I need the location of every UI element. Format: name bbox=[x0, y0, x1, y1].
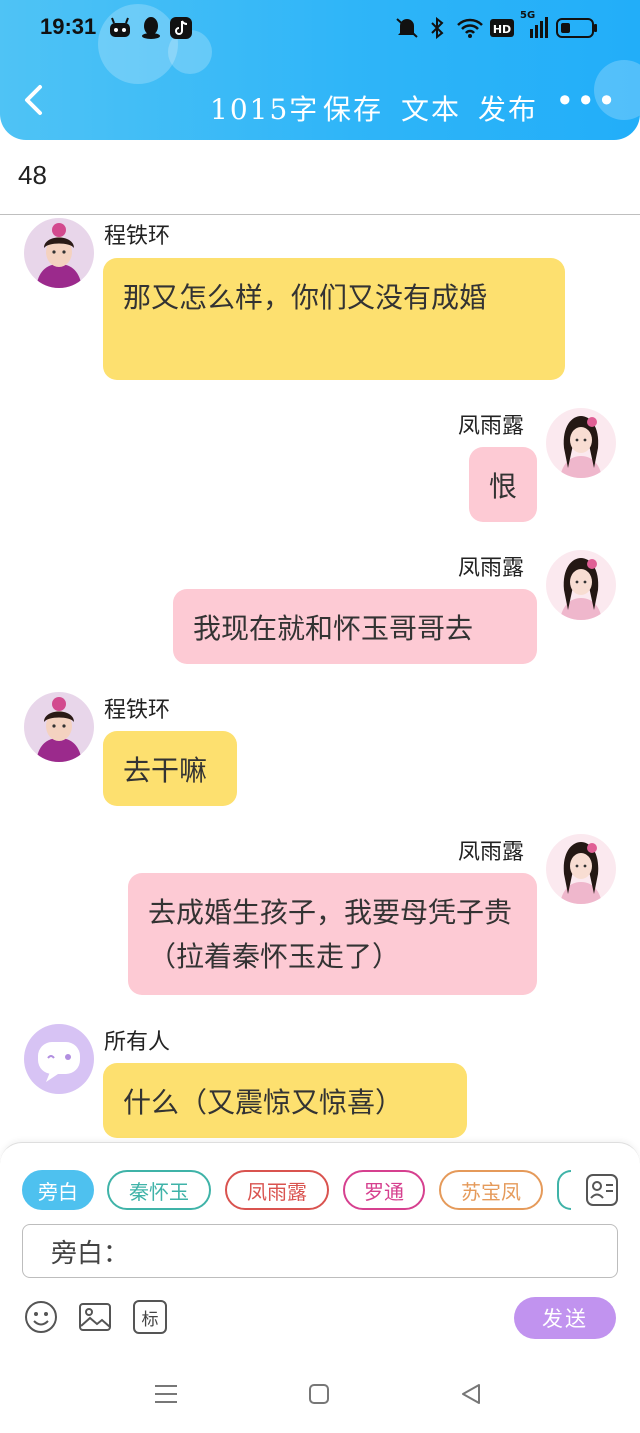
composer-panel: 旁白 秦怀玉 凤雨露 罗通 苏宝凤 旁白： 标 发送 bbox=[0, 1142, 640, 1355]
role-chip-su-baofeng[interactable]: 苏宝凤 bbox=[439, 1170, 543, 1210]
text-button[interactable]: 文本 bbox=[401, 88, 461, 128]
avatar-feng-yulu[interactable] bbox=[546, 408, 616, 478]
divider bbox=[0, 214, 640, 215]
speaker-name: 凤雨露 bbox=[458, 556, 525, 581]
contacts-card-icon[interactable] bbox=[585, 1173, 619, 1207]
role-chip-feng-yulu[interactable]: 凤雨露 bbox=[225, 1170, 329, 1210]
menu-icon[interactable] bbox=[150, 1378, 182, 1410]
editor-toolbar: 1015字 保存 文本 发布 ••• bbox=[0, 78, 640, 134]
avatar-feng-yulu[interactable] bbox=[546, 834, 616, 904]
avatar-all-characters[interactable] bbox=[24, 1024, 94, 1094]
message-bubble[interactable]: 什么（又震惊又惊喜） bbox=[103, 1063, 467, 1138]
image-icon[interactable] bbox=[78, 1300, 112, 1334]
more-menu-icon[interactable]: ••• bbox=[555, 82, 618, 120]
avatar-cheng-tiehuan[interactable] bbox=[24, 218, 94, 288]
mark-tag-button[interactable]: 标 bbox=[133, 1300, 167, 1334]
wifi-icon bbox=[456, 16, 484, 40]
chapter-number[interactable]: 48 bbox=[18, 160, 47, 191]
home-icon[interactable] bbox=[303, 1378, 335, 1410]
send-button[interactable]: 发送 bbox=[514, 1297, 616, 1339]
message-bubble[interactable]: 恨 bbox=[469, 447, 537, 522]
message-bubble[interactable]: 去成婚生孩子，我要母凭子贵（拉着秦怀玉走了） bbox=[128, 873, 537, 995]
avatar-cheng-tiehuan[interactable] bbox=[24, 692, 94, 762]
role-chip-overflow[interactable] bbox=[557, 1170, 571, 1210]
message-bubble[interactable]: 我现在就和怀玉哥哥去 bbox=[173, 589, 537, 664]
speaker-name: 程铁环 bbox=[104, 224, 171, 249]
speaker-name: 凤雨露 bbox=[458, 840, 525, 865]
battery-icon bbox=[556, 16, 598, 40]
system-nav-bar bbox=[0, 1354, 640, 1433]
speaker-name: 所有人 bbox=[104, 1030, 171, 1055]
mark-tag-label: 标 bbox=[141, 1309, 159, 1330]
message-bubble[interactable]: 那又怎么样，你们又没有成婚 bbox=[103, 258, 565, 380]
save-button[interactable]: 保存 bbox=[323, 88, 383, 128]
signal-icon: 5G bbox=[520, 10, 550, 40]
robot-app-icon bbox=[108, 16, 132, 40]
app-header: 19:31 HD 5G 1015字 保存 文本 发布 ••• bbox=[0, 0, 640, 140]
message-bubble[interactable]: 去干嘛 bbox=[103, 731, 237, 806]
speaker-name: 凤雨露 bbox=[458, 414, 525, 439]
back-chevron-icon[interactable] bbox=[22, 84, 44, 125]
role-chip-luo-tong[interactable]: 罗通 bbox=[343, 1170, 425, 1210]
emoji-icon[interactable] bbox=[24, 1300, 58, 1334]
publish-button[interactable]: 发布 bbox=[478, 88, 538, 128]
network-type-label: 5G bbox=[520, 10, 536, 21]
status-bar: 19:31 HD 5G bbox=[0, 0, 640, 58]
penguin-app-icon bbox=[140, 16, 162, 40]
hd-icon: HD bbox=[490, 16, 514, 40]
speaker-name: 程铁环 bbox=[104, 698, 171, 723]
back-icon[interactable] bbox=[455, 1378, 487, 1410]
role-chip-narration[interactable]: 旁白 bbox=[22, 1170, 94, 1210]
word-count: 1015字 bbox=[210, 93, 320, 126]
mute-vibrate-icon bbox=[394, 16, 420, 40]
music-app-icon bbox=[170, 16, 192, 40]
bluetooth-icon bbox=[428, 16, 446, 40]
avatar-feng-yulu[interactable] bbox=[546, 550, 616, 620]
dialogue-input[interactable]: 旁白： bbox=[22, 1224, 618, 1278]
status-time: 19:31 bbox=[40, 14, 97, 39]
svg-text:HD: HD bbox=[493, 23, 511, 36]
role-chip-qin-huaiyu[interactable]: 秦怀玉 bbox=[107, 1170, 211, 1210]
